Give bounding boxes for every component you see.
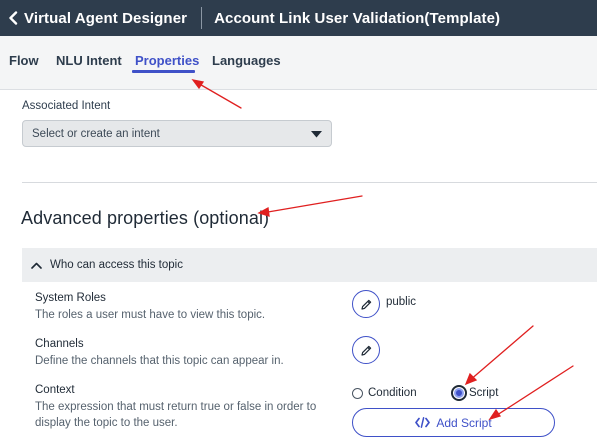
edit-system-roles-button[interactable] [352, 290, 380, 318]
header-divider [201, 7, 203, 29]
pencil-icon [360, 345, 371, 356]
associated-intent-label: Associated Intent [22, 100, 111, 112]
chevron-up-icon [31, 262, 42, 269]
add-script-label: Add Script [436, 415, 492, 430]
condition-radio-option[interactable]: Condition [352, 384, 417, 402]
tab-flow[interactable]: Flow [9, 53, 39, 68]
who-can-access-accordion-header[interactable]: Who can access this topic [22, 248, 597, 282]
virtual-agent-designer-window: Virtual Agent Designer Account Link User… [0, 0, 597, 442]
condition-radio-label: Condition [368, 387, 417, 399]
properties-panel: Associated Intent Select or create an in… [0, 90, 597, 442]
channels-description: Define the channels that this topic can … [35, 355, 284, 367]
context-description: The expression that must return true or … [35, 401, 317, 429]
pencil-icon [360, 299, 371, 310]
system-roles-value: public [386, 296, 417, 308]
associated-intent-placeholder: Select or create an intent [32, 127, 160, 140]
code-icon [415, 417, 431, 428]
tab-languages[interactable]: Languages [212, 53, 281, 68]
accordion-title: Who can access this topic [50, 259, 183, 271]
script-radio[interactable] [451, 385, 467, 401]
tab-properties[interactable]: Properties [135, 53, 199, 68]
channels-title: Channels [35, 338, 84, 350]
chevron-left-icon [9, 11, 18, 25]
active-tab-indicator [132, 70, 195, 73]
context-title: Context [35, 384, 75, 396]
app-title: Virtual Agent Designer [24, 9, 188, 27]
script-radio-option[interactable]: Script [451, 384, 498, 402]
advanced-properties-title: Advanced properties (optional) [21, 208, 270, 228]
condition-radio[interactable] [352, 387, 363, 399]
header-bar: Virtual Agent Designer Account Link User… [0, 0, 597, 36]
tab-bar: Flow NLU Intent Properties Languages [0, 36, 597, 90]
associated-intent-select[interactable]: Select or create an intent [22, 120, 332, 147]
system-roles-description: The roles a user must have to view this … [35, 309, 266, 321]
back-button[interactable] [0, 0, 18, 36]
script-radio-dot [454, 388, 464, 398]
tab-nlu-intent[interactable]: NLU Intent [56, 53, 122, 68]
add-script-button[interactable]: Add Script [352, 408, 555, 437]
edit-channels-button[interactable] [352, 336, 380, 364]
script-radio-label: Script [469, 387, 499, 399]
page-title: Account Link User Validation(Template) [214, 9, 501, 27]
system-roles-title: System Roles [35, 292, 106, 304]
section-divider [22, 182, 597, 183]
caret-down-icon [311, 131, 322, 138]
